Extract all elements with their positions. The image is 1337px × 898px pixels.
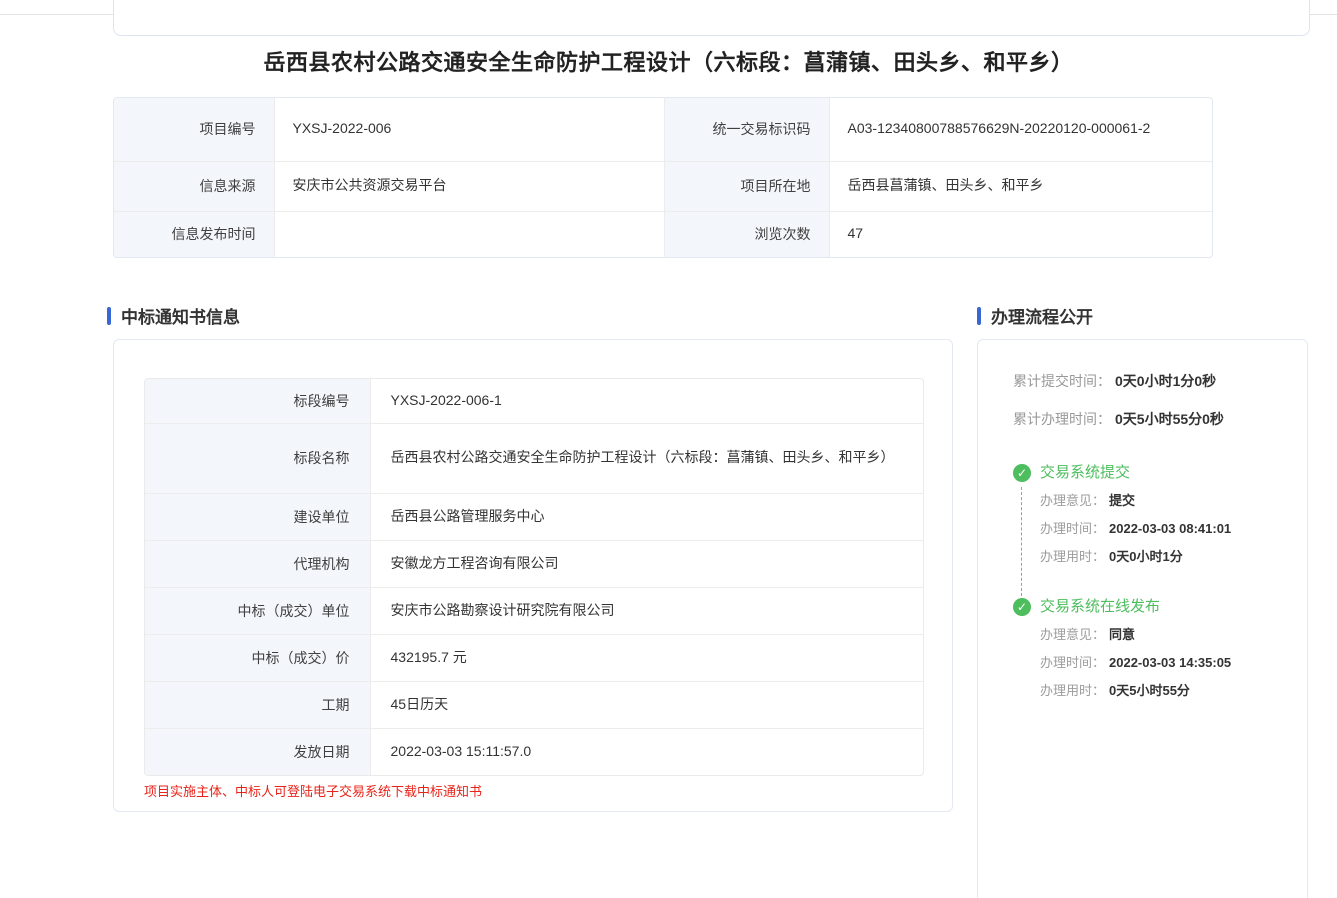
notice-label-agency: 代理机构 [145, 540, 370, 587]
process-timeline: ✓ 交易系统提交 办理意见： 提交 办理时间： 2022-03-03 08:41:0… [1013, 464, 1289, 700]
detail-value: 提交 [1109, 493, 1135, 508]
notice-value-winning-price: 432195.7 元 [370, 634, 923, 681]
notice-label-owner-unit: 建设单位 [145, 493, 370, 540]
detail-label: 办理用时： [1040, 549, 1105, 564]
info-label-view-count: 浏览次数 [664, 211, 829, 257]
table-row: 发放日期 2022-03-03 15:11:57.0 [145, 728, 923, 775]
summary-submit-time: 累计提交时间：0天0小时1分0秒 [1013, 373, 1289, 390]
notice-card: 标段编号 YXSJ-2022-006-1 标段名称 岳西县农村公路交通安全生命防… [113, 339, 953, 812]
summary-value: 0天5小时55分0秒 [1115, 411, 1224, 427]
table-row: 标段名称 岳西县农村公路交通安全生命防护工程设计（六标段：菖蒲镇、田头乡、和平乡… [145, 423, 923, 493]
page-title: 岳西县农村公路交通安全生命防护工程设计（六标段：菖蒲镇、田头乡、和平乡） [0, 45, 1337, 77]
info-label-project-number: 项目编号 [114, 98, 274, 161]
check-icon: ✓ [1013, 464, 1031, 482]
section-title-notice: 中标通知书信息 [107, 303, 240, 328]
notice-label-winning-price: 中标（成交）价 [145, 634, 370, 681]
section-title-process: 办理流程公开 [977, 303, 1093, 328]
step-detail-opinion: 办理意见： 提交 [1040, 492, 1289, 510]
step-detail-time: 办理时间： 2022-03-03 08:41:01 [1040, 520, 1289, 538]
detail-label: 办理时间： [1040, 521, 1105, 536]
summary-label: 累计提交时间： [1013, 373, 1111, 389]
project-info-table: 项目编号 YXSJ-2022-006 统一交易标识码 A03-123408007… [113, 97, 1213, 258]
summary-value: 0天0小时1分0秒 [1115, 373, 1216, 389]
detail-label: 办理意见： [1040, 627, 1105, 642]
table-row: 信息来源 安庆市公共资源交易平台 项目所在地 岳西县菖蒲镇、田头乡、和平乡 [114, 161, 1213, 211]
detail-label: 办理时间： [1040, 655, 1105, 670]
summary-label: 累计办理时间： [1013, 411, 1111, 427]
table-row: 代理机构 安徽龙方工程咨询有限公司 [145, 540, 923, 587]
section-accent-bar [977, 307, 981, 325]
step-title: 交易系统在线发布 [1040, 598, 1289, 616]
table-row: 中标（成交）单位 安庆市公路勘察设计研究院有限公司 [145, 587, 923, 634]
notice-value-agency: 安徽龙方工程咨询有限公司 [370, 540, 923, 587]
notice-value-section-number: YXSJ-2022-006-1 [370, 379, 923, 423]
timeline-step-submit: ✓ 交易系统提交 办理意见： 提交 办理时间： 2022-03-03 08:41:0… [1013, 464, 1289, 566]
notice-download-note: 项目实施主体、中标人可登陆电子交易系统下载中标通知书 [144, 781, 482, 800]
info-value-publish-time [274, 211, 664, 257]
section-title-process-text: 办理流程公开 [991, 303, 1093, 328]
step-detail-time: 办理时间： 2022-03-03 14:35:05 [1040, 654, 1289, 672]
process-card: 累计提交时间：0天0小时1分0秒 累计办理时间：0天5小时55分0秒 ✓ 交易系… [977, 339, 1308, 898]
detail-value: 同意 [1109, 627, 1135, 642]
detail-label: 办理意见： [1040, 493, 1105, 508]
step-detail-duration: 办理用时： 0天0小时1分 [1040, 548, 1289, 566]
info-value-trade-code: A03-12340800788576629N-20220120-000061-2 [829, 98, 1213, 161]
detail-value: 2022-03-03 08:41:01 [1109, 521, 1231, 536]
notice-value-section-name: 岳西县农村公路交通安全生命防护工程设计（六标段：菖蒲镇、田头乡、和平乡） [370, 423, 923, 493]
table-row: 标段编号 YXSJ-2022-006-1 [145, 379, 923, 423]
summary-handle-time: 累计办理时间：0天5小时55分0秒 [1013, 411, 1289, 428]
step-detail-duration: 办理用时： 0天5小时55分 [1040, 682, 1289, 700]
notice-label-duration: 工期 [145, 681, 370, 728]
info-label-trade-code: 统一交易标识码 [664, 98, 829, 161]
info-value-view-count: 47 [829, 211, 1213, 257]
notice-value-duration: 45日历天 [370, 681, 923, 728]
step-title: 交易系统提交 [1040, 464, 1289, 482]
notice-label-section-name: 标段名称 [145, 423, 370, 493]
notice-value-owner-unit: 岳西县公路管理服务中心 [370, 493, 923, 540]
table-row: 建设单位 岳西县公路管理服务中心 [145, 493, 923, 540]
table-row: 项目编号 YXSJ-2022-006 统一交易标识码 A03-123408007… [114, 98, 1213, 161]
notice-label-issue-date: 发放日期 [145, 728, 370, 775]
notice-label-winner-unit: 中标（成交）单位 [145, 587, 370, 634]
section-accent-bar [107, 307, 111, 325]
detail-value: 2022-03-03 14:35:05 [1109, 655, 1231, 670]
detail-value: 0天0小时1分 [1109, 549, 1183, 564]
section-title-notice-text: 中标通知书信息 [121, 303, 240, 328]
info-value-project-number: YXSJ-2022-006 [274, 98, 664, 161]
top-card-remnant [113, 0, 1310, 36]
timeline-step-publish: ✓ 交易系统在线发布 办理意见： 同意 办理时间： 2022-03-03 14:35… [1013, 598, 1289, 700]
info-value-source: 安庆市公共资源交易平台 [274, 161, 664, 211]
info-value-location: 岳西县菖蒲镇、田头乡、和平乡 [829, 161, 1213, 211]
table-row: 工期 45日历天 [145, 681, 923, 728]
detail-value: 0天5小时55分 [1109, 683, 1190, 698]
notice-value-issue-date: 2022-03-03 15:11:57.0 [370, 728, 923, 775]
table-row: 中标（成交）价 432195.7 元 [145, 634, 923, 681]
step-detail-opinion: 办理意见： 同意 [1040, 626, 1289, 644]
notice-label-section-number: 标段编号 [145, 379, 370, 423]
check-icon: ✓ [1013, 598, 1031, 616]
info-label-location: 项目所在地 [664, 161, 829, 211]
notice-table: 标段编号 YXSJ-2022-006-1 标段名称 岳西县农村公路交通安全生命防… [144, 378, 924, 776]
table-row: 信息发布时间 浏览次数 47 [114, 211, 1213, 257]
detail-label: 办理用时： [1040, 683, 1105, 698]
notice-value-winner-unit: 安庆市公路勘察设计研究院有限公司 [370, 587, 923, 634]
info-label-source: 信息来源 [114, 161, 274, 211]
info-label-publish-time: 信息发布时间 [114, 211, 274, 257]
page: 岳西县农村公路交通安全生命防护工程设计（六标段：菖蒲镇、田头乡、和平乡） 项目编… [0, 0, 1337, 898]
